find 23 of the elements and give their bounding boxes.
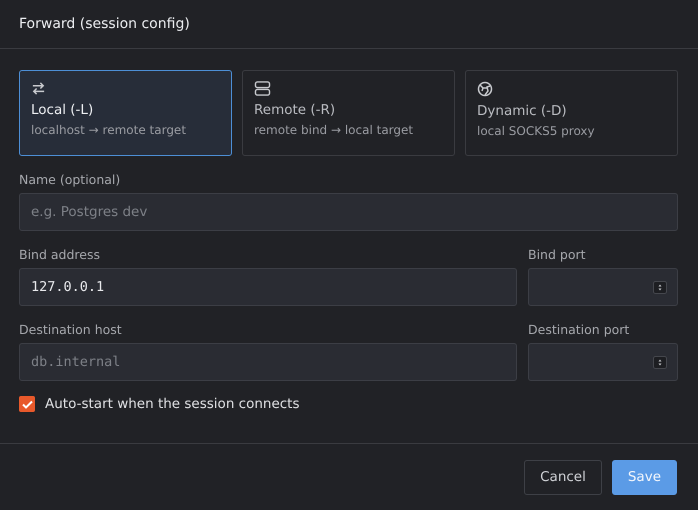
spinner-icon[interactable] <box>653 280 667 294</box>
field-label: Destination port <box>528 322 630 337</box>
checkmark-icon <box>22 400 32 408</box>
host-field[interactable]: db.internal <box>19 343 517 381</box>
host-field[interactable]: 127.0.0.1 <box>19 268 517 306</box>
mode-option[interactable]: Dynamic (-D) local SOCKS5 proxy <box>465 70 678 156</box>
mode-option[interactable]: Remote (-R) remote bind → local target <box>242 70 455 156</box>
spinner-icon[interactable] <box>653 356 667 368</box>
globe-icon <box>477 81 493 97</box>
field-label: Destination host <box>19 322 123 337</box>
port-field[interactable] <box>528 268 678 306</box>
server-icon <box>254 81 271 96</box>
field-label: Bind address <box>19 247 101 262</box>
field-label: Name (optional) <box>19 172 122 187</box>
mode-option[interactable]: Local (-L) localhost → remote target <box>19 70 232 156</box>
dialog-title: Forward (session config) <box>19 16 190 32</box>
name-field[interactable]: e.g. Postgres dev <box>19 193 678 231</box>
checkbox-label: Auto-start when the session connects <box>45 396 300 412</box>
port-field[interactable] <box>528 343 678 381</box>
cancel-button[interactable]: Cancel <box>524 460 602 494</box>
field-label: Bind port <box>528 247 587 262</box>
swap-arrows-icon <box>31 81 46 96</box>
checkbox[interactable] <box>19 396 35 412</box>
